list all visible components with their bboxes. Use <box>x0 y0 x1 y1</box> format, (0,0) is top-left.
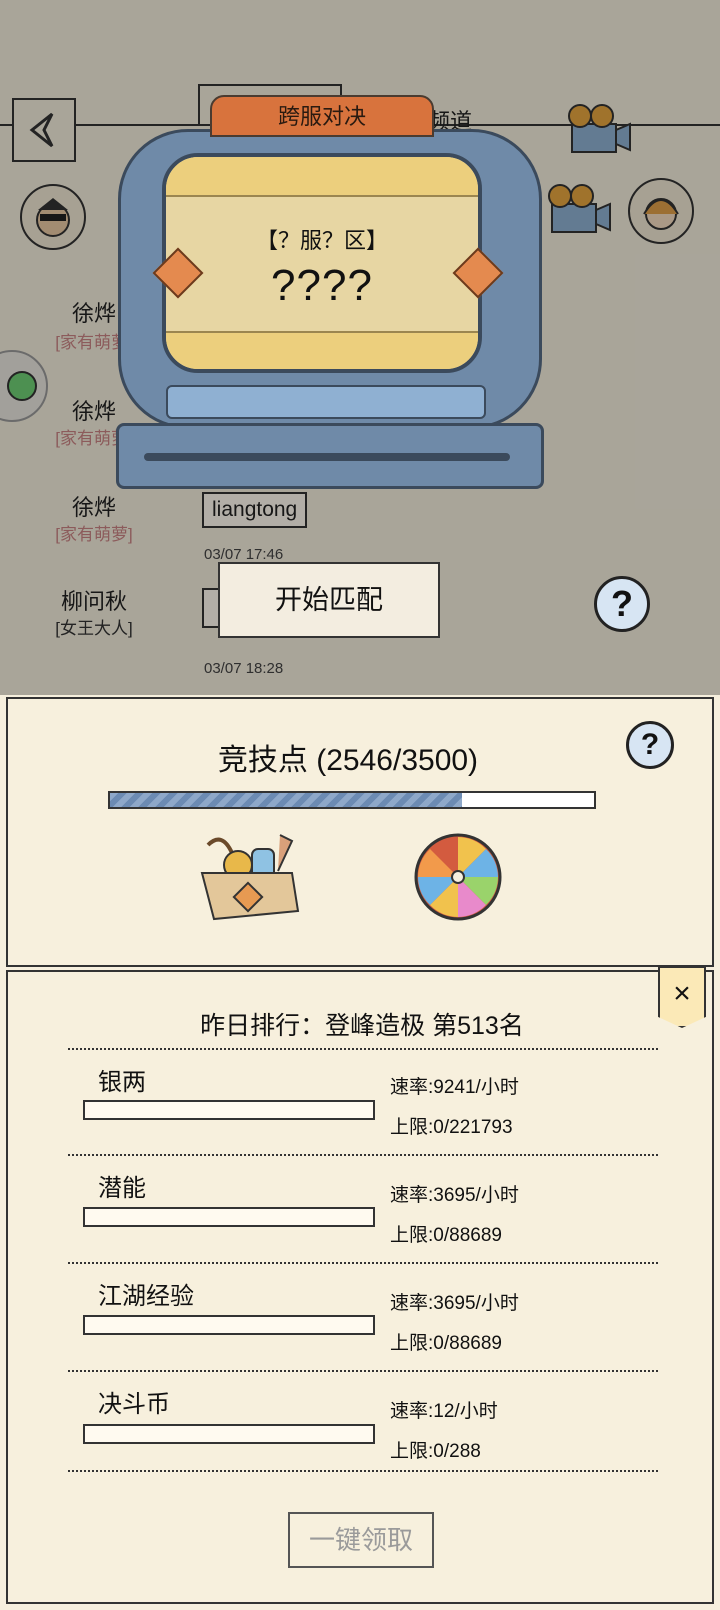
match-machine: 跨服对决 【？服？区】 ???? <box>110 95 550 495</box>
machine-title: 跨服对决 <box>210 95 434 137</box>
reward-limit: 上限:0/288 <box>390 1441 481 1462</box>
reward-limit: 上限:0/88689 <box>390 1333 502 1354</box>
reward-progress-bar <box>83 1424 375 1444</box>
screen-roll-bottom <box>166 331 478 369</box>
supply-box-icon[interactable] <box>188 827 308 927</box>
divider <box>68 1154 658 1156</box>
screen-roll-top <box>166 157 478 197</box>
competitive-points-label: 竞技点 (2546/3500) <box>217 744 479 777</box>
competitive-points-panel: 竞技点 (2546/3500) ? <box>6 697 714 967</box>
reward-limit: 上限:0/221793 <box>390 1117 513 1138</box>
reward-progress-bar <box>83 1100 375 1120</box>
divider <box>68 1262 658 1264</box>
opponent-name: ???? <box>271 261 373 310</box>
reward-progress-bar <box>83 1315 375 1335</box>
machine-screen: 【？服？区】 ???? <box>162 153 482 373</box>
start-match-button[interactable]: 开始匹配 <box>218 562 440 638</box>
divider <box>68 1470 658 1472</box>
machine-slot <box>144 453 510 461</box>
ranking-title: 昨日排行：登峰造极 第513名 <box>200 1012 524 1040</box>
reward-name: 银两 <box>98 1069 146 1096</box>
competitive-points-progress <box>108 791 596 809</box>
reward-rate: 速率:9241/小时 <box>390 1077 519 1098</box>
reward-rate: 速率:3695/小时 <box>390 1185 519 1206</box>
progress-fill <box>110 793 463 807</box>
divider <box>68 1370 658 1372</box>
reward-name: 潜能 <box>98 1175 146 1202</box>
divider <box>68 1048 658 1050</box>
reward-rate: 速率:3695/小时 <box>390 1293 519 1314</box>
reward-name: 决斗币 <box>98 1391 170 1418</box>
ranking-panel: × 昨日排行：登峰造极 第513名 银两 速率:9241/小时 上限:0/221… <box>6 966 714 1604</box>
help-icon[interactable]: ? <box>594 576 650 632</box>
claim-all-button[interactable]: 一键领取 <box>288 1512 434 1568</box>
reward-limit: 上限:0/88689 <box>390 1225 502 1246</box>
machine-lower-panel <box>166 385 486 419</box>
reward-progress-bar <box>83 1207 375 1227</box>
reward-name: 江湖经验 <box>98 1283 194 1310</box>
lucky-wheel-icon[interactable] <box>412 831 504 923</box>
help-icon[interactable]: ? <box>626 721 674 769</box>
reward-rate: 速率:12/小时 <box>390 1401 498 1422</box>
opponent-region: 【？服？区】 <box>255 228 388 253</box>
